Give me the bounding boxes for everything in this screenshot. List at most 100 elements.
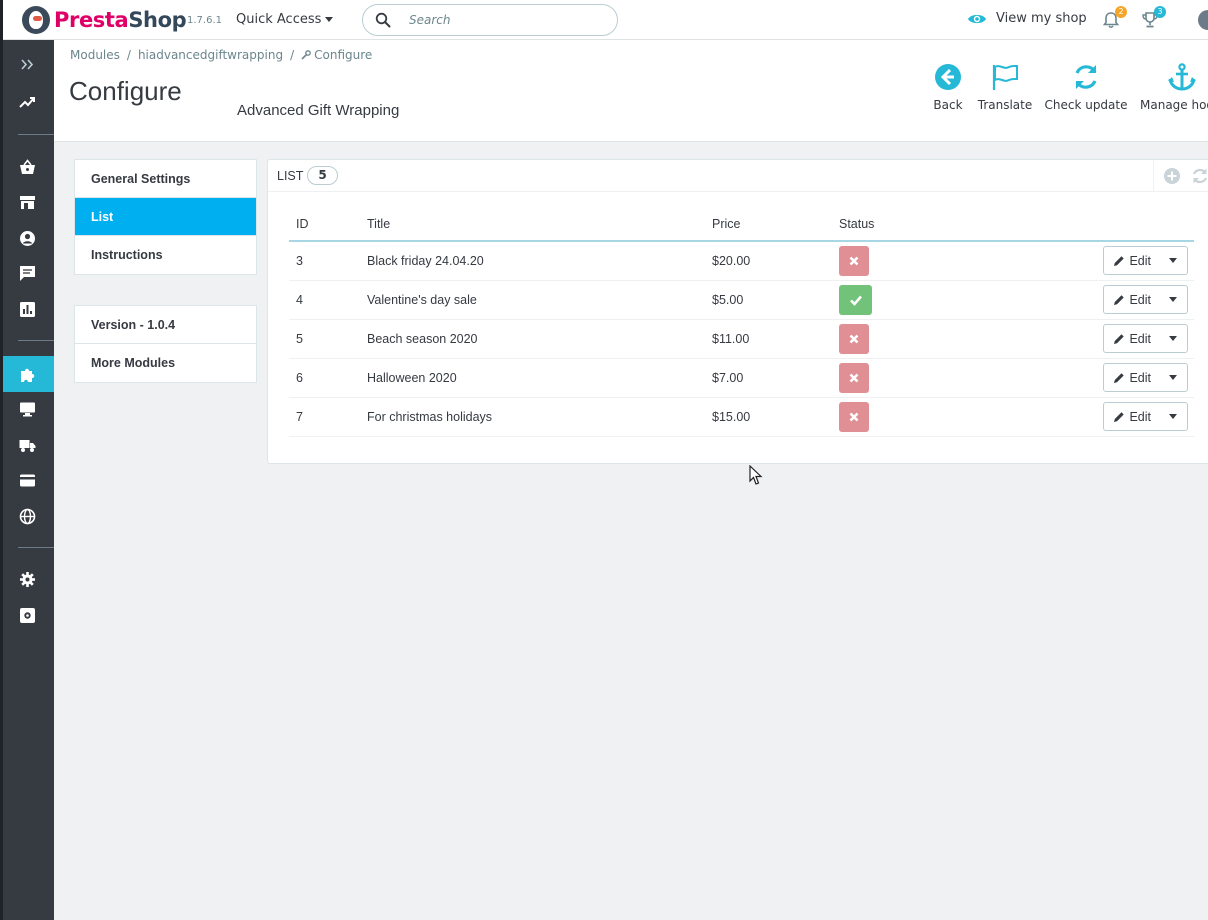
edit-dropdown-toggle[interactable]	[1159, 286, 1187, 313]
caret-down-icon	[1169, 414, 1177, 419]
user-avatar-icon[interactable]	[1198, 10, 1208, 30]
store-icon	[19, 195, 35, 209]
nav-list[interactable]: List	[75, 198, 256, 236]
edit-button[interactable]: Edit	[1104, 325, 1159, 352]
breadcrumb-separator: /	[126, 48, 131, 62]
edit-dropdown-toggle[interactable]	[1159, 247, 1187, 274]
cell-price: $11.00	[705, 319, 832, 359]
puzzle-icon	[20, 368, 34, 382]
breadcrumb-modules[interactable]: Modules	[70, 48, 120, 62]
column-price[interactable]: Price	[705, 208, 832, 242]
edit-button-group: Edit	[1103, 285, 1188, 314]
edit-button[interactable]: Edit	[1104, 403, 1159, 430]
module-name: Advanced Gift Wrapping	[237, 102, 400, 119]
back-button[interactable]: Back	[931, 62, 965, 112]
nav-general-settings[interactable]: General Settings	[75, 160, 256, 198]
refresh-list-icon[interactable]	[1191, 167, 1208, 185]
edit-dropdown-toggle[interactable]	[1159, 364, 1187, 391]
edit-label: Edit	[1129, 409, 1151, 424]
sidebar-item-messages[interactable]	[0, 255, 54, 291]
sidebar-item-international[interactable]	[0, 498, 54, 534]
column-id[interactable]: ID	[289, 208, 360, 242]
cell-price: $5.00	[705, 280, 832, 320]
prestashop-logo[interactable]: PrestaShop	[22, 6, 187, 34]
breadcrumb-configure: Configure	[314, 48, 373, 62]
edit-button[interactable]: Edit	[1104, 286, 1159, 313]
sidebar-separator	[18, 134, 54, 135]
check-update-button[interactable]: Check update	[1044, 62, 1128, 112]
manage-hooks-label: Manage hooks	[1140, 98, 1208, 112]
notifications-count-badge: 2	[1115, 6, 1127, 18]
page-title: Configure	[69, 76, 182, 106]
caret-down-icon	[325, 17, 334, 22]
translate-button[interactable]: Translate	[976, 62, 1034, 112]
sidebar-item-modules[interactable]	[0, 356, 54, 392]
breadcrumb: Modules / hiadvancedgiftwrapping / Confi…	[70, 48, 372, 62]
sidebar-separator	[18, 340, 54, 341]
double-chevron-right-icon	[20, 58, 33, 70]
edit-dropdown-toggle[interactable]	[1159, 325, 1187, 352]
sidebar-item-dashboard[interactable]	[0, 84, 54, 120]
status-toggle-button[interactable]	[839, 401, 869, 432]
sidebar-item-design[interactable]	[0, 391, 54, 427]
edit-button-group: Edit	[1103, 246, 1188, 276]
anchor-icon	[1168, 63, 1196, 91]
status-toggle-button[interactable]	[839, 323, 869, 354]
edit-button[interactable]: Edit	[1104, 364, 1159, 391]
settings-nav: General Settings List Instructions	[74, 159, 257, 275]
status-toggle-button[interactable]	[839, 362, 869, 393]
notifications-button[interactable]: 2	[1101, 6, 1127, 30]
cell-id: 4	[289, 280, 360, 320]
cell-title: Beach season 2020	[360, 319, 705, 359]
search-icon[interactable]	[375, 12, 391, 28]
sidebar-item-settings[interactable]	[0, 561, 54, 597]
edit-button-group: Edit	[1103, 363, 1188, 392]
sidebar-item-stats[interactable]	[0, 291, 54, 327]
module-info-nav: Version - 1.0.4 More Modules	[74, 305, 257, 383]
edit-dropdown-toggle[interactable]	[1159, 403, 1187, 430]
cell-actions: Edit	[942, 319, 1194, 359]
account-circle-icon	[19, 230, 35, 246]
edit-button[interactable]: Edit	[1104, 247, 1159, 274]
sidebar-collapse-button[interactable]	[0, 46, 54, 82]
status-toggle-button[interactable]	[839, 284, 872, 315]
cell-title: Black friday 24.04.20	[360, 241, 705, 281]
sidebar-item-shipping[interactable]	[0, 427, 54, 463]
manage-hooks-button[interactable]: Manage hooks	[1140, 62, 1208, 112]
cell-status	[832, 280, 942, 320]
sidebar-item-catalog[interactable]	[0, 184, 54, 220]
table-row: 3 Black friday 24.04.20 $20.00 Edit	[289, 241, 1194, 281]
nav-more-modules[interactable]: More Modules	[75, 344, 256, 382]
list-title: LIST	[277, 169, 304, 183]
sidebar-item-payment[interactable]	[0, 462, 54, 498]
caret-down-icon	[1169, 297, 1177, 302]
view-my-shop-link[interactable]: View my shop	[967, 11, 1087, 26]
cell-price: $20.00	[705, 241, 832, 281]
sidebar-item-orders[interactable]	[0, 149, 54, 185]
column-title[interactable]: Title	[360, 208, 705, 242]
edit-button-group: Edit	[1103, 402, 1188, 431]
window-edge	[0, 0, 3, 920]
cell-status	[832, 397, 942, 437]
back-label: Back	[933, 98, 963, 112]
orders-button[interactable]: 3	[1140, 6, 1166, 30]
column-actions	[942, 208, 1194, 242]
arrow-left-circle-icon	[935, 64, 961, 90]
pencil-icon	[1114, 372, 1125, 383]
add-new-icon[interactable]	[1163, 167, 1181, 185]
sidebar-item-customers[interactable]	[0, 220, 54, 256]
status-toggle-button[interactable]	[839, 245, 869, 276]
column-status[interactable]: Status	[832, 208, 942, 242]
version-label: 1.7.6.1	[187, 15, 222, 26]
mouse-cursor-icon	[749, 465, 763, 485]
nav-instructions[interactable]: Instructions	[75, 236, 256, 274]
wrench-icon	[301, 50, 311, 60]
search-box[interactable]	[362, 4, 618, 36]
quick-access-dropdown[interactable]: Quick Access	[236, 12, 334, 27]
cell-status	[832, 358, 942, 398]
search-input[interactable]	[409, 11, 599, 29]
breadcrumb-module[interactable]: hiadvancedgiftwrapping	[138, 48, 283, 62]
settings-box-icon	[19, 607, 35, 623]
cell-actions: Edit	[942, 241, 1194, 281]
sidebar-item-advanced-parameters[interactable]	[0, 597, 54, 633]
